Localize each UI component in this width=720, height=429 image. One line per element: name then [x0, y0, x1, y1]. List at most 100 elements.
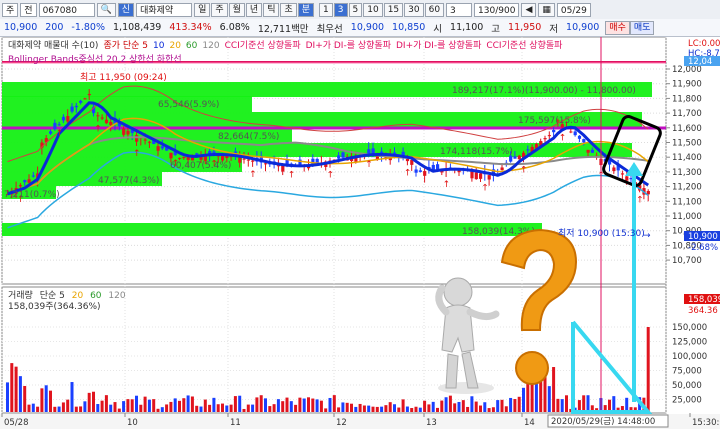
x-tick-label: 14: [524, 418, 535, 428]
volume-bar: [307, 397, 310, 412]
candle-body: [547, 135, 551, 137]
y-tick-label: 11,600: [672, 124, 702, 134]
volume-bar: [522, 387, 525, 412]
count-select[interactable]: 3: [446, 2, 473, 17]
period-button-4[interactable]: 틱: [263, 2, 280, 17]
volume-bar: [229, 404, 233, 412]
date-input[interactable]: 05/29: [556, 2, 591, 17]
buy-signal-arrow: ↑: [636, 195, 644, 205]
volume-bar: [496, 400, 500, 412]
volume-bar: [122, 401, 126, 412]
minute-button-15[interactable]: 15: [383, 2, 404, 17]
minute-button-10[interactable]: 10: [363, 2, 383, 17]
candle-body: [543, 138, 547, 140]
candle-body: [147, 141, 152, 143]
candle-body: [182, 157, 186, 159]
stock-chart[interactable]: ↑↑↑↑↑↑↑↑↑↑↑↑↑↑↑↑↑ 189,217(17.1%)(11,900.…: [0, 37, 720, 429]
volume-profile-label: 189,217(17.1%)(11,900.00) - 11,800.00): [452, 86, 636, 96]
volume-bar: [79, 406, 83, 412]
volume-bar: [104, 395, 108, 412]
period-button-1[interactable]: 주: [211, 2, 228, 17]
legend-item: 20: [169, 41, 181, 51]
current-price: 10,900: [4, 22, 38, 33]
candle-body: [96, 115, 100, 117]
candle-body: [57, 124, 61, 126]
volume-bar: [182, 398, 186, 412]
x-tick-label: 10: [127, 418, 138, 428]
volume-bar: [453, 403, 457, 412]
volume-bar: [461, 400, 465, 412]
volume-bar: [328, 397, 332, 412]
period-select[interactable]: 전: [20, 2, 37, 17]
volume-bar: [152, 399, 156, 412]
sell-button[interactable]: 매도: [629, 20, 655, 35]
volume-bar: [255, 397, 259, 412]
volume-bar: [401, 399, 405, 412]
period-button-3[interactable]: 년: [245, 2, 263, 17]
bid-price: 10,850: [392, 22, 426, 33]
legend-line: 대화제약 매물대 수(10) 종가 단순 5 10 20 60 120 CCI기준선 상향돌…: [8, 39, 563, 51]
low-price: 10,900: [566, 22, 600, 33]
volume-bar: [268, 406, 272, 412]
candle-body: [83, 98, 87, 100]
volume-profile-label: 174,118(15.7%): [440, 147, 513, 157]
calendar-icon[interactable]: ▦: [538, 2, 555, 17]
volume-bar: [216, 404, 220, 412]
legend-item: CCI기준선 상향돌파: [225, 39, 302, 51]
buy-signal-arrow: ↑: [288, 170, 296, 180]
volume-bar: [405, 406, 409, 412]
candle-body: [61, 116, 66, 121]
stock-code-input[interactable]: 067080: [38, 2, 95, 17]
y-tick-label: 10,700: [672, 256, 702, 266]
y-tick-label: 11,000: [672, 212, 702, 222]
minute-button-30[interactable]: 30: [404, 2, 424, 17]
y-tick-label: 11,800: [672, 94, 702, 104]
candle-body: [70, 106, 74, 112]
candle-body: [87, 93, 91, 96]
candle-body: [49, 131, 53, 134]
volume-bar: [586, 395, 590, 412]
search-icon[interactable]: 🔍: [96, 2, 116, 17]
volume-bar: [49, 390, 52, 412]
period-button-6[interactable]: 분: [297, 2, 315, 17]
volume-bar: [246, 404, 250, 412]
buy-button[interactable]: 매수: [605, 20, 630, 35]
buy-signal-arrow: ↑: [249, 170, 257, 180]
period-button-2[interactable]: 월: [228, 2, 245, 17]
minute-button-1[interactable]: 1: [319, 2, 333, 17]
volume-bar: [221, 403, 224, 412]
minute-button-3[interactable]: 3: [333, 2, 348, 17]
volume-bar: [448, 395, 452, 412]
minute-button-5[interactable]: 5: [348, 2, 363, 17]
candle-body: [104, 119, 109, 124]
period-button-5[interactable]: 초: [280, 2, 297, 17]
volume-bar: [10, 363, 14, 412]
candle-body: [487, 175, 491, 180]
volume-bar: [457, 401, 461, 412]
volume-profile-label: 60,407(5.4%): [170, 161, 231, 171]
candle-body: [246, 159, 250, 161]
candle-body: [620, 173, 625, 175]
legend-item: 대화제약 매물대 수(10): [8, 39, 98, 51]
candle-body: [500, 167, 504, 171]
volume-profile-label: 82,664(7.5%): [218, 132, 279, 142]
credit-icon[interactable]: 신: [117, 2, 135, 17]
candle-body: [414, 169, 418, 173]
market-select[interactable]: 주: [2, 2, 19, 17]
minute-button-60[interactable]: 60: [424, 2, 445, 17]
volume-bar: [160, 407, 164, 412]
price-legend: 대화제약 매물대 수(10) 종가 단순 5 10 20 60 120 CCI기준선 상향돌…: [8, 39, 563, 51]
volume-bar: [100, 400, 104, 412]
volume-bar: [552, 367, 556, 412]
candle-body: [31, 175, 35, 177]
volume-bar: [272, 404, 276, 412]
volume-bar: [547, 386, 551, 412]
volume-bar: [276, 399, 280, 412]
ask-price: 10,900: [350, 22, 385, 33]
candle-body: [418, 170, 422, 172]
period-button-0[interactable]: 일: [194, 2, 211, 17]
volume-ratio: 413.34%: [169, 22, 212, 33]
range-input[interactable]: 130/900: [474, 2, 520, 17]
volume-bar: [440, 400, 444, 412]
prev-icon[interactable]: ◀: [521, 2, 537, 17]
